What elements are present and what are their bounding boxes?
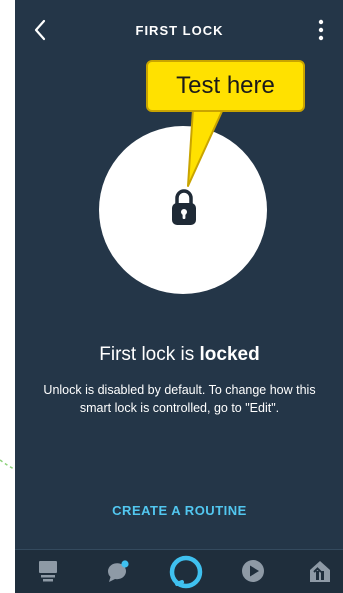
more-vertical-icon [318, 19, 324, 41]
back-button[interactable] [29, 16, 53, 44]
nav-smart-home[interactable] [305, 558, 335, 586]
padlock-icon [172, 189, 196, 225]
nav-devices[interactable] [33, 558, 63, 586]
lock-detail-screen: FIRST LOCK Test here First lock is locke… [15, 0, 343, 593]
page-title: FIRST LOCK [135, 23, 224, 38]
play-icon [242, 560, 264, 582]
devices-icon [39, 561, 57, 582]
chevron-left-icon [34, 19, 46, 41]
header-bar: FIRST LOCK [15, 0, 343, 62]
app-frame: FIRST LOCK Test here First lock is locke… [0, 0, 343, 593]
alexa-ring-icon [169, 555, 203, 589]
create-routine-button[interactable]: CREATE A ROUTINE [15, 503, 343, 518]
bottom-navigation [15, 549, 343, 593]
nav-play[interactable] [238, 558, 268, 586]
status-prefix: First lock is [99, 344, 200, 365]
status-state: locked [199, 344, 260, 365]
nav-alexa[interactable] [168, 554, 204, 590]
smart-home-icon [310, 561, 330, 582]
dashed-pointer-decoration [0, 459, 16, 471]
test-here-callout: Test here [146, 60, 305, 112]
communicate-icon [107, 560, 129, 582]
lock-status-text: First lock is locked [15, 344, 343, 366]
lock-toggle-circle[interactable] [99, 126, 267, 294]
callout-text: Test here [176, 72, 275, 99]
more-options-button[interactable] [316, 18, 326, 42]
nav-communicate[interactable] [103, 558, 133, 586]
unlock-description: Unlock is disabled by default. To change… [43, 383, 316, 415]
